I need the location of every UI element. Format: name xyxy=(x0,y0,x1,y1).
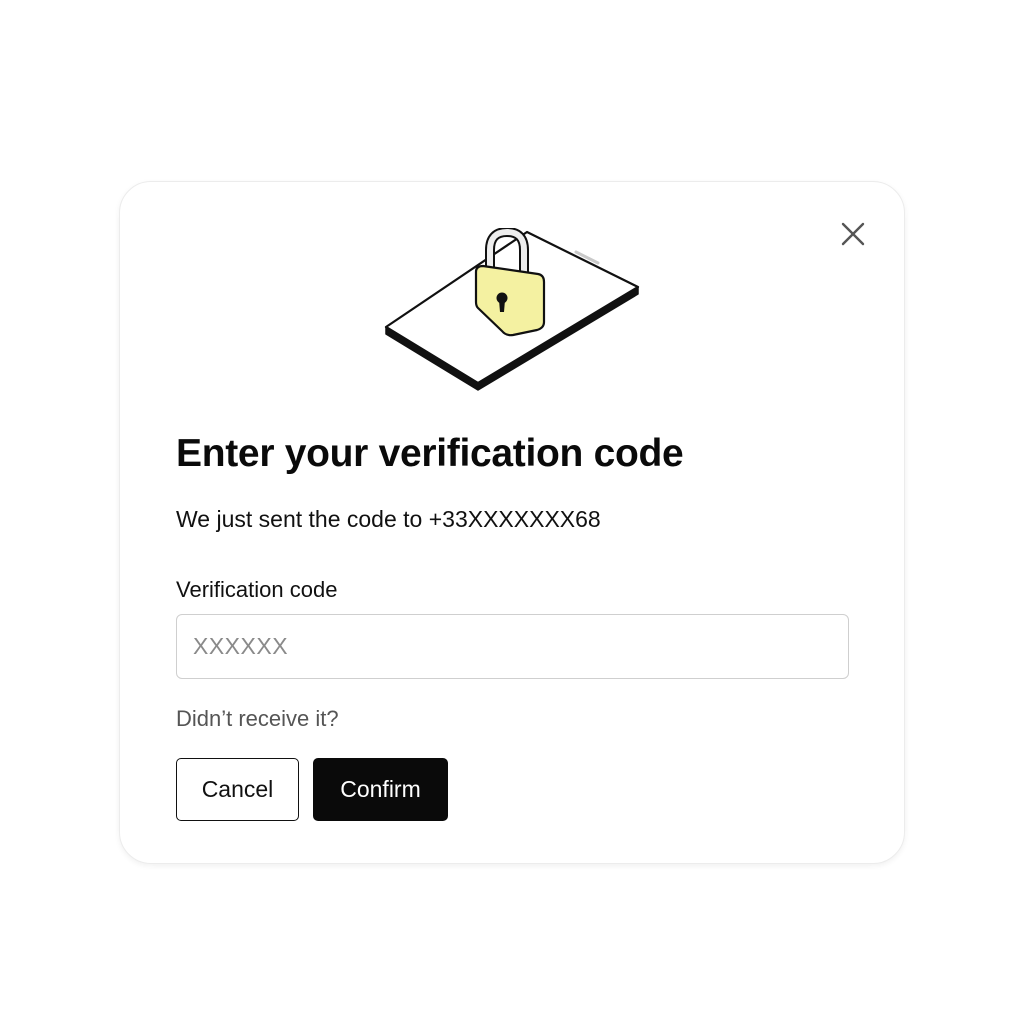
phone-padlock-illustration xyxy=(384,228,640,391)
close-icon xyxy=(841,222,865,246)
dialog-subtitle: We just sent the code to +33XXXXXXX68 xyxy=(176,506,601,532)
cancel-button[interactable]: Cancel xyxy=(176,758,299,821)
verification-code-label: Verification code xyxy=(176,577,338,602)
verification-code-input[interactable] xyxy=(176,614,849,679)
resend-code-link[interactable]: Didn’t receive it? xyxy=(176,705,339,733)
dialog-title: Enter your verification code xyxy=(176,432,684,475)
confirm-button[interactable]: Confirm xyxy=(313,758,448,821)
close-button[interactable] xyxy=(836,217,870,251)
